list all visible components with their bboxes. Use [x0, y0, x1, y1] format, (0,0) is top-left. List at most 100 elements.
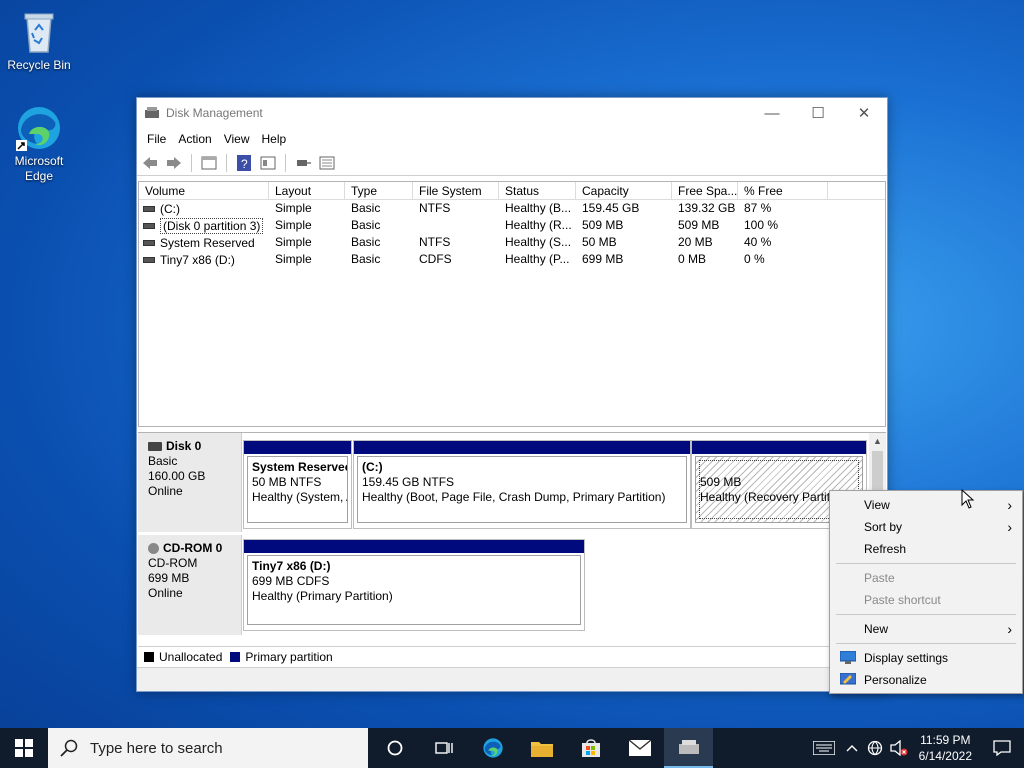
partition-name: (C:) [362, 460, 383, 474]
menu-help[interactable]: Help [256, 132, 293, 146]
minimize-button[interactable]: — [749, 98, 795, 128]
table-cell-layout: Simple [275, 201, 312, 215]
table-row[interactable]: Tiny7 x86 (D:) Simple Basic CDFS Healthy (P.… [139, 251, 885, 268]
taskbar-file-explorer[interactable] [517, 728, 566, 768]
legend: Unallocated Primary partition [138, 646, 886, 666]
mouse-cursor-icon [961, 489, 975, 509]
list-header: Volume Layout Type File System Status Ca… [139, 182, 885, 200]
menu-item-view[interactable]: View › [830, 494, 1022, 516]
clock-time: 11:59 PM [920, 733, 971, 747]
menu-item-personalize[interactable]: Personalize [830, 669, 1022, 691]
cortana-icon [387, 740, 402, 756]
table-cell-capacity: 159.45 GB [582, 201, 640, 215]
taskbar-store[interactable] [566, 728, 615, 768]
cortana-button[interactable] [370, 728, 419, 768]
volume-icon [143, 257, 155, 263]
table-cell-pct: 87 % [744, 201, 772, 215]
column-header[interactable]: Type [345, 182, 413, 199]
menu-view[interactable]: View [218, 132, 256, 146]
volume-list: Volume Layout Type File System Status Ca… [138, 181, 886, 427]
table-cell-free: 509 MB [678, 218, 720, 232]
volume-icon [143, 240, 155, 246]
column-header[interactable]: Status [499, 182, 576, 199]
notification-center-icon[interactable] [980, 728, 1024, 768]
status-bar [137, 667, 887, 691]
column-header[interactable]: Volume [139, 182, 269, 199]
menu-item-refresh[interactable]: Refresh [830, 538, 1022, 560]
column-header[interactable]: Capacity [576, 182, 672, 199]
network-icon[interactable] [863, 728, 887, 768]
taskbar-disk-management[interactable] [664, 728, 713, 768]
taskbar-edge[interactable] [468, 728, 517, 768]
disk-name: Disk 0 [166, 439, 202, 453]
menu-item-sort-by[interactable]: Sort by › [830, 516, 1022, 538]
recycle-bin-icon [15, 8, 63, 56]
start-button[interactable] [0, 728, 48, 768]
window-title: Disk Management [166, 106, 263, 120]
table-row[interactable]: (C:) Simple Basic NTFS Healthy (B... 159.45 G… [139, 200, 885, 217]
table-cell-type: Basic [351, 201, 381, 215]
mail-icon [628, 740, 651, 756]
column-header[interactable]: % Free [738, 182, 828, 199]
partition-d[interactable]: Tiny7 x86 (D:) 699 MB CDFS Healthy (Prim… [243, 539, 585, 631]
partition-size: 699 MB CDFS [252, 574, 330, 588]
forward-icon[interactable] [165, 154, 183, 172]
table-cell-free: 20 MB [678, 235, 713, 249]
chevron-up-icon[interactable] [841, 728, 863, 768]
system-tray: 11:59 PM 6/14/2022 [807, 728, 1024, 768]
menu-item-paste: Paste [864, 571, 895, 585]
desktop-icon-recycle-bin[interactable]: Recycle Bin [1, 8, 77, 73]
column-header[interactable]: File System [413, 182, 499, 199]
table-cell-type: Basic [351, 235, 381, 249]
help-icon[interactable]: ? [235, 154, 253, 172]
menu-item-paste-shortcut: Paste shortcut [864, 593, 941, 607]
column-header[interactable]: Layout [269, 182, 345, 199]
taskbar-mail[interactable] [615, 728, 664, 768]
keyboard-icon[interactable] [807, 728, 841, 768]
menu-item-new[interactable]: New › [830, 618, 1022, 640]
view-icon[interactable] [259, 154, 277, 172]
table-cell-fs: NTFS [419, 201, 451, 215]
list-icon[interactable] [318, 154, 336, 172]
table-cell-pct: 100 % [744, 218, 779, 232]
taskbar-search-box[interactable]: Type here to search [48, 728, 368, 768]
table-row[interactable]: System Reserved Simple Basic NTFS Healthy (S… [139, 234, 885, 251]
disk-info[interactable]: Disk 0 Basic 160.00 GB Online [138, 433, 242, 532]
maximize-button[interactable]: ☐ [795, 98, 841, 128]
menu-action[interactable]: Action [172, 132, 217, 146]
table-cell-free: 0 MB [678, 252, 707, 266]
table-cell-status: Healthy (R... [505, 218, 572, 232]
column-header[interactable]: Free Spa... [672, 182, 738, 199]
disk-type: Basic [148, 454, 178, 468]
scroll-up-icon[interactable]: ▲ [869, 433, 886, 449]
table-cell-type: Basic [351, 252, 381, 266]
disk-size: 160.00 GB [148, 469, 206, 483]
volume-icon [143, 223, 155, 229]
partition-status: Healthy (System, A [252, 490, 348, 504]
back-icon[interactable] [141, 154, 159, 172]
edge-icon [482, 738, 503, 758]
table-row[interactable]: (Disk 0 partition 3) Simple Basic Healthy (… [139, 217, 885, 234]
table-cell-pct: 40 % [744, 235, 772, 249]
chevron-right-icon: › [1007, 621, 1012, 637]
store-icon [581, 739, 600, 757]
close-button[interactable]: ✕ [841, 98, 887, 128]
legend-label: Unallocated [159, 649, 223, 664]
menu-item-display-settings[interactable]: Display settings [830, 647, 1022, 669]
clock-date: 6/14/2022 [918, 749, 972, 763]
title-bar[interactable]: Disk Management — ☐ ✕ [137, 98, 887, 128]
desktop-icon-edge[interactable]: Microsoft Edge [1, 104, 77, 184]
partition-name: System Reservec [252, 460, 348, 474]
partition-system-reserved[interactable]: System Reservec 50 MB NTFS Healthy (Syst… [243, 440, 352, 529]
table-cell-capacity: 509 MB [582, 218, 624, 232]
partition-c[interactable]: (C:) 159.45 GB NTFS Healthy (Boot, Page … [353, 440, 691, 529]
volume-muted-icon[interactable] [887, 728, 911, 768]
cdrom-info[interactable]: CD-ROM 0 CD-ROM 699 MB Online [138, 535, 242, 635]
task-view-button[interactable] [419, 728, 468, 768]
desktop-context-menu: View › Sort by › Refresh Paste Paste short… [829, 490, 1023, 694]
menu-file[interactable]: File [141, 132, 172, 146]
system-clock[interactable]: 11:59 PM 6/14/2022 [911, 732, 980, 764]
disk-graphical-view: Disk 0 Basic 160.00 GB Online System Res… [138, 432, 886, 666]
connect-icon[interactable] [294, 154, 312, 172]
properties-icon[interactable] [200, 154, 218, 172]
